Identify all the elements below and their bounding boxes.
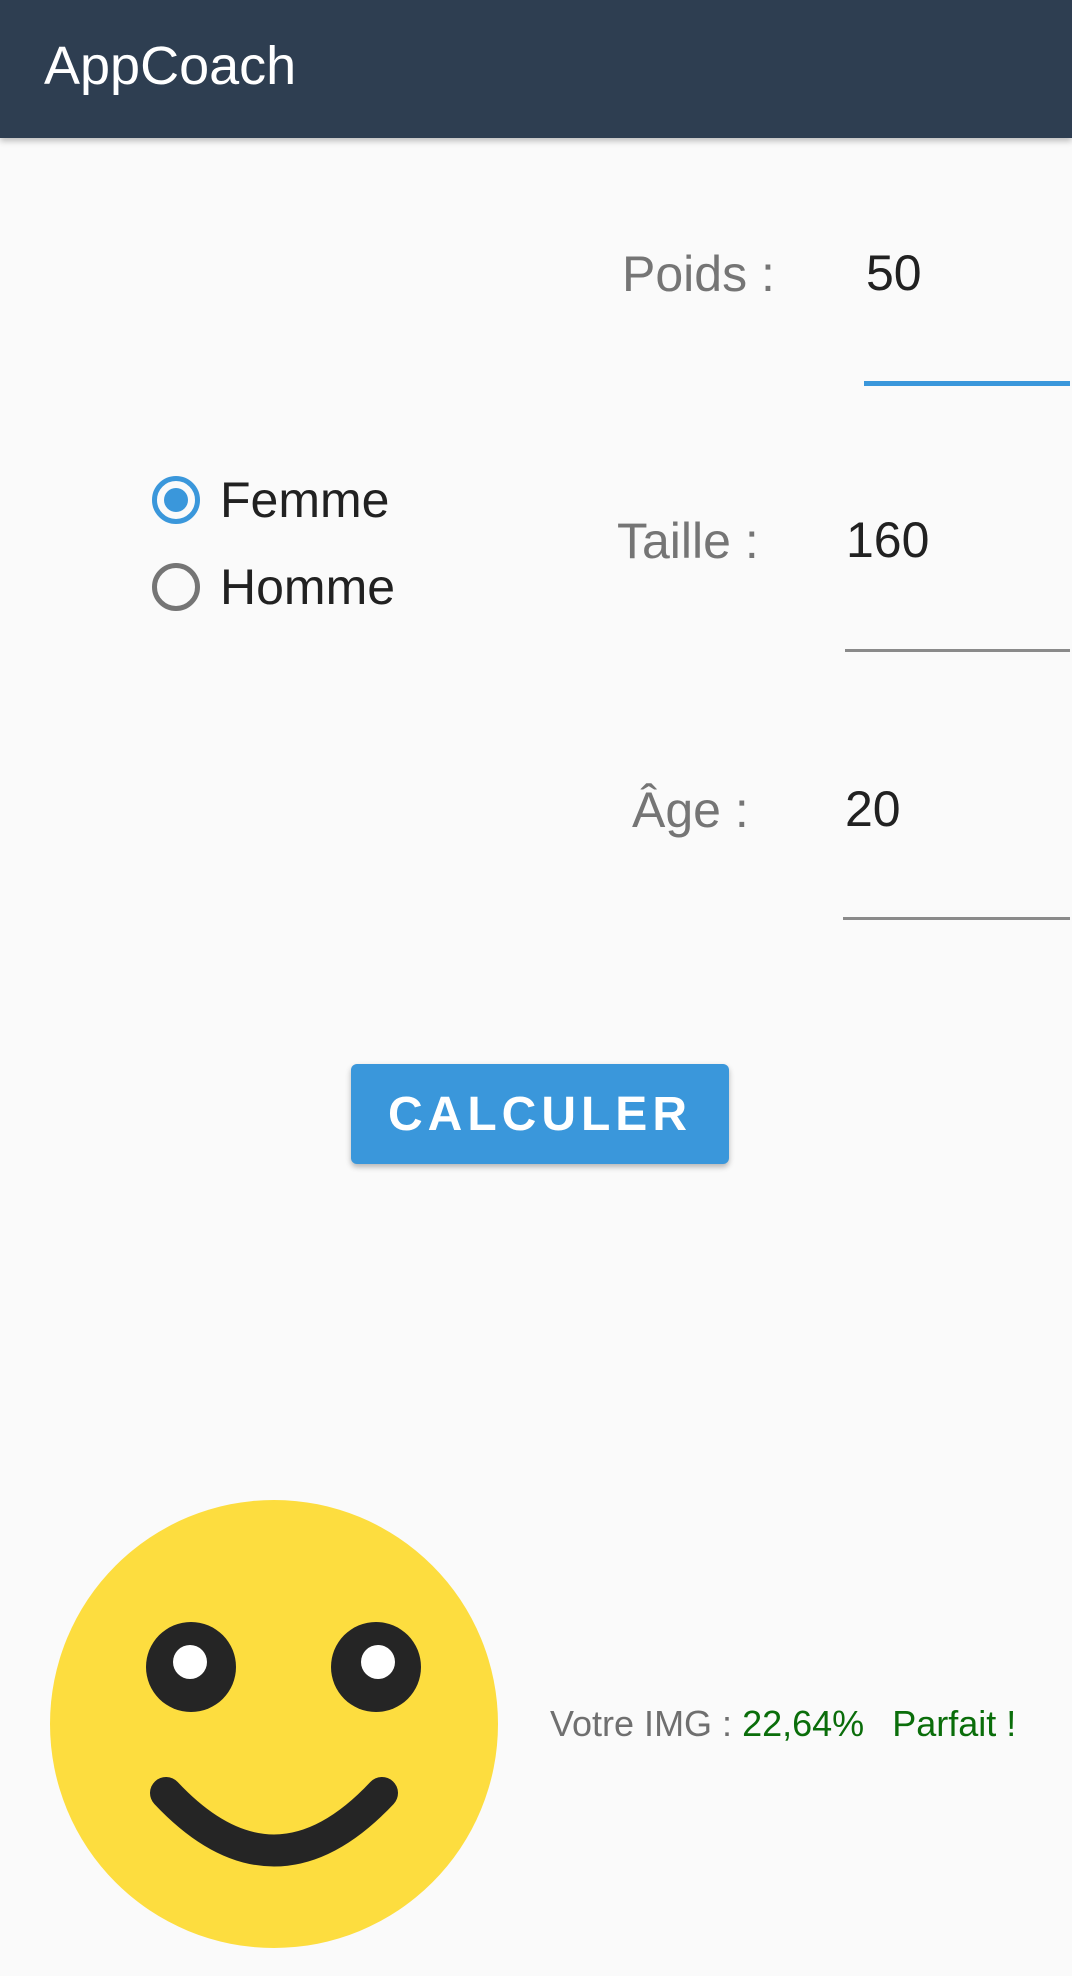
calculate-button[interactable]: CALCULER: [351, 1064, 729, 1164]
age-input[interactable]: [845, 779, 1065, 839]
radio-femme[interactable]: Femme: [152, 470, 389, 530]
result-label: Votre IMG :: [550, 1703, 733, 1744]
radio-femme-label: Femme: [220, 472, 390, 528]
result-message: Parfait !: [892, 1703, 1017, 1744]
weight-input-underline: [864, 381, 1070, 386]
app-bar: AppCoach: [0, 0, 1072, 138]
app-title: AppCoach: [44, 36, 297, 96]
result-text: Votre IMG : 22,64% Parfait !: [550, 1696, 1016, 1752]
radio-unchecked-icon: [152, 563, 200, 611]
weight-input[interactable]: [866, 243, 1066, 303]
result-value: 22,64%: [742, 1703, 865, 1744]
smiley-face-icon: [50, 1500, 498, 1948]
age-label: Âge :: [632, 782, 749, 838]
radio-checked-icon: [152, 476, 200, 524]
height-input[interactable]: [846, 510, 1066, 570]
radio-homme[interactable]: Homme: [152, 557, 395, 617]
height-input-underline: [845, 649, 1070, 652]
height-label: Taille :: [617, 513, 759, 569]
weight-label: Poids :: [622, 246, 775, 302]
radio-homme-label: Homme: [220, 559, 396, 615]
age-input-underline: [843, 917, 1070, 920]
